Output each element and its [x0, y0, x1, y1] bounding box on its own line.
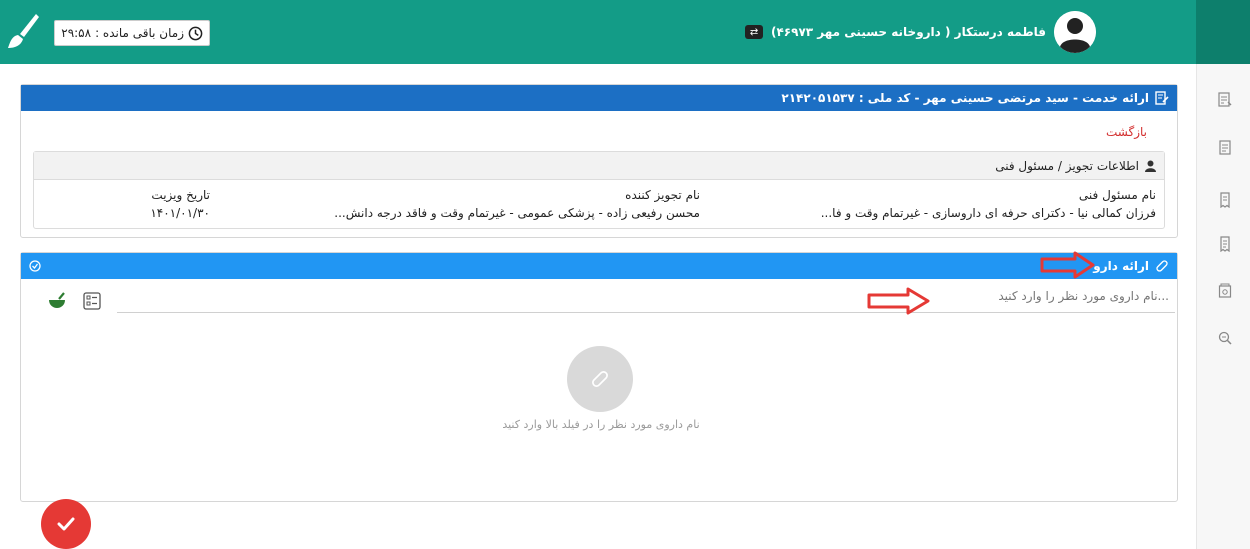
prescriber-column: نام تجویز کننده محسن رفیعی زاده - پزشکی …: [334, 186, 700, 222]
back-link[interactable]: بازگشت: [1106, 125, 1147, 139]
check-icon: [57, 517, 75, 531]
drug-search-input[interactable]: [117, 279, 1175, 313]
top-bar-corner: [1196, 0, 1250, 64]
document-edit-icon[interactable]: [1218, 92, 1232, 108]
service-panel-title: ارائه خدمت - سید مرتضی حسینی مهر - کد مل…: [781, 91, 1149, 105]
technical-officer-column: نام مسئول فنی فرزان کمالی نیا - دکترای ح…: [821, 186, 1156, 222]
receipt-icon[interactable]: [1218, 192, 1232, 208]
right-sidebar: [1196, 64, 1250, 549]
visit-date-label: تاریخ ویزیت: [151, 188, 210, 202]
brush-icon[interactable]: [6, 12, 40, 52]
service-panel: ارائه خدمت - سید مرتضی حسینی مهر - کد مل…: [20, 84, 1178, 238]
timer-box: زمان باقی مانده : ۲۹:۵۸: [54, 20, 210, 46]
drug-panel-header: ارائه دارو: [21, 253, 1177, 279]
technical-officer-label: نام مسئول فنی: [1078, 188, 1156, 202]
prescriber-value: محسن رفیعی زاده - پزشکی عمومی - غیرتمام …: [334, 206, 700, 220]
user-info[interactable]: فاطمه درستکار ( داروخانه حسینی مهر ۴۶۹۷۳…: [745, 11, 1096, 53]
service-panel-header: ارائه خدمت - سید مرتضی حسینی مهر - کد مل…: [21, 85, 1177, 111]
drug-panel: ارائه دارو نام داروی مورد نظر را در فیلد…: [20, 252, 1178, 502]
check-circle-icon[interactable]: [29, 260, 41, 272]
timer-label: زمان باقی مانده :: [95, 26, 184, 40]
info-box-title: اطلاعات تجویز / مسئول فنی: [995, 158, 1139, 173]
visit-date-column: تاریخ ویزیت ۱۴۰۱/۰۱/۳۰: [150, 186, 210, 222]
visit-date-value: ۱۴۰۱/۰۱/۳۰: [150, 206, 210, 220]
empty-state-circle: [567, 346, 633, 412]
pill-icon: [592, 371, 608, 387]
user-name: فاطمه درستکار ( داروخانه حسینی مهر ۴۶۹۷۳…: [771, 25, 1046, 39]
receipt-list-icon[interactable]: [1218, 236, 1232, 252]
user-icon: [1145, 160, 1156, 172]
search-zoom-icon[interactable]: [1218, 330, 1232, 346]
confirm-button[interactable]: [41, 499, 91, 549]
mortar-icon[interactable]: [47, 291, 67, 311]
info-box-header: اطلاعات تجویز / مسئول فنی: [34, 152, 1164, 180]
avatar: [1054, 11, 1096, 53]
annotation-arrow-icon: [1040, 251, 1095, 279]
archive-icon[interactable]: [1218, 283, 1232, 299]
clock-icon: [188, 26, 203, 40]
document-icon[interactable]: [1218, 140, 1232, 156]
empty-state-message: نام داروی مورد نظر را در فیلد بالا وارد …: [502, 418, 700, 431]
pill-icon: [1156, 260, 1168, 272]
top-bar: زمان باقی مانده : ۲۹:۵۸ فاطمه درستکار ( …: [0, 0, 1196, 64]
timer-value: ۲۹:۵۸: [61, 26, 92, 40]
annotation-arrow-icon: [867, 287, 930, 315]
drug-panel-title: ارائه دارو: [1093, 259, 1149, 273]
swap-icon[interactable]: ⇄: [745, 25, 763, 39]
prescription-info-box: اطلاعات تجویز / مسئول فنی نام مسئول فنی …: [33, 151, 1165, 229]
list-icon[interactable]: [82, 291, 102, 311]
prescriber-label: نام تجویز کننده: [625, 188, 700, 202]
technical-officer-value: فرزان کمالی نیا - دکترای حرفه ای داروساز…: [820, 206, 1156, 220]
edit-document-icon: [1155, 91, 1169, 105]
